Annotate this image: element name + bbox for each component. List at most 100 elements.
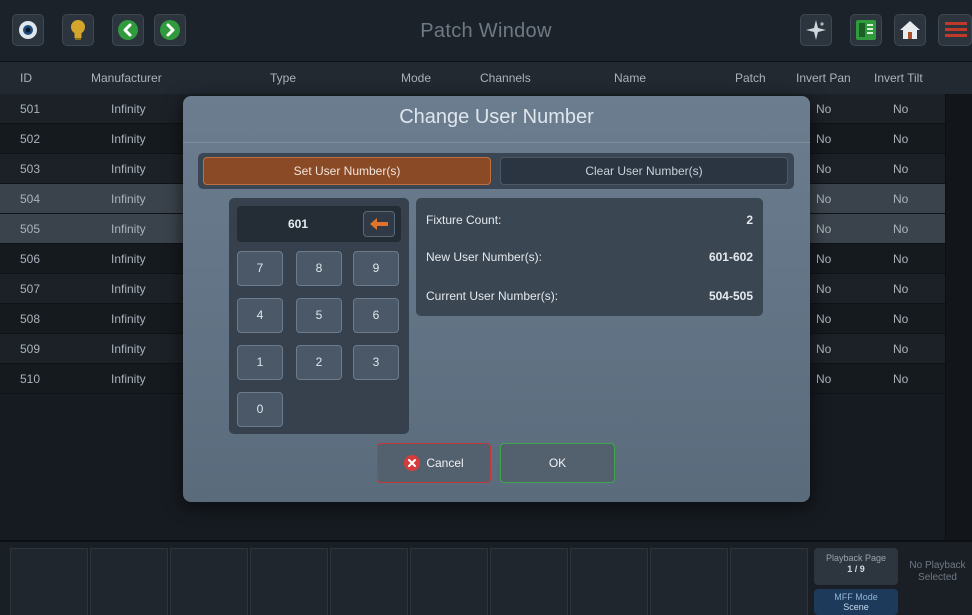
backspace-button[interactable] xyxy=(363,211,395,237)
cell-manufacturer: Infinity xyxy=(111,372,146,386)
playback-slot[interactable] xyxy=(730,548,808,615)
cell-id: 502 xyxy=(20,132,41,146)
cell-id: 501 xyxy=(20,102,41,116)
ok-button[interactable]: OK xyxy=(500,443,615,483)
current-user-numbers-value: 504-505 xyxy=(708,289,753,303)
cell-manufacturer: Infinity xyxy=(111,312,146,326)
cell-manufacturer: Infinity xyxy=(111,162,146,176)
grid-button[interactable] xyxy=(850,14,882,46)
column-header-manufacturer[interactable]: Manufacturer xyxy=(91,62,162,94)
cell-invert-pan: No xyxy=(816,312,832,326)
playback-slot[interactable] xyxy=(570,548,648,615)
current-user-numbers-row: Current User Number(s): 504-505 xyxy=(426,286,753,306)
cell-manufacturer: Infinity xyxy=(111,132,146,146)
key-9[interactable]: 9 xyxy=(353,251,399,286)
set-user-numbers-tab[interactable]: Set User Number(s) xyxy=(203,157,491,185)
cell-invert-tilt: No xyxy=(893,342,909,356)
cell-invert-tilt: No xyxy=(893,102,909,116)
playback-slot[interactable] xyxy=(90,548,168,615)
cell-id: 505 xyxy=(20,222,41,236)
cell-invert-pan: No xyxy=(816,132,832,146)
table-header: ID Manufacturer Type Mode Channels Name … xyxy=(0,62,972,94)
playback-slot[interactable] xyxy=(410,548,488,615)
effects-button[interactable] xyxy=(800,14,832,46)
fixture-count-value: 2 xyxy=(746,213,753,227)
close-icon xyxy=(404,455,421,471)
cell-invert-tilt: No xyxy=(893,312,909,326)
column-header-invert-tilt[interactable]: Invert Tilt xyxy=(874,62,923,94)
cell-invert-pan: No xyxy=(816,102,832,116)
key-1[interactable]: 1 xyxy=(237,345,283,380)
playback-page-label: Playback Page xyxy=(825,553,887,563)
top-bar: Patch Window xyxy=(0,0,972,62)
column-header-invert-pan[interactable]: Invert Pan xyxy=(796,62,851,94)
key-0[interactable]: 0 xyxy=(237,392,283,427)
number-display: 601 xyxy=(237,206,401,242)
cell-manufacturer: Infinity xyxy=(111,252,146,266)
playback-page-value: 1 / 9 xyxy=(847,564,865,574)
cancel-button[interactable]: Cancel xyxy=(377,443,491,483)
cancel-button-label: Cancel xyxy=(426,456,464,470)
fixture-count-label: Fixture Count: xyxy=(426,213,502,227)
column-header-channels[interactable]: Channels xyxy=(480,62,531,94)
playback-slot[interactable] xyxy=(170,548,248,615)
cell-invert-pan: No xyxy=(816,282,832,296)
key-2[interactable]: 2 xyxy=(296,345,342,380)
playback-page-button[interactable]: Playback Page 1 / 9 xyxy=(814,548,898,585)
column-header-mode[interactable]: Mode xyxy=(401,62,431,94)
mode-toggle: Set User Number(s) Clear User Number(s) xyxy=(198,153,794,189)
playback-slot[interactable] xyxy=(330,548,408,615)
fixture-count-row: Fixture Count: 2 xyxy=(426,210,753,230)
mff-mode-value: Scene xyxy=(843,602,869,612)
playback-slot[interactable] xyxy=(250,548,328,615)
cell-invert-tilt: No xyxy=(893,252,909,266)
cell-manufacturer: Infinity xyxy=(111,102,146,116)
mff-mode-button[interactable]: MFF Mode Scene xyxy=(814,589,898,615)
cell-id: 504 xyxy=(20,192,41,206)
arrow-left-icon xyxy=(370,218,388,230)
playback-slot[interactable] xyxy=(490,548,568,615)
home-button[interactable] xyxy=(894,14,926,46)
column-header-id[interactable]: ID xyxy=(20,62,32,94)
key-7[interactable]: 7 xyxy=(237,251,283,286)
cell-manufacturer: Infinity xyxy=(111,342,146,356)
no-playback-label: No Playback Selected xyxy=(909,560,966,583)
current-user-numbers-label: Current User Number(s): xyxy=(426,289,559,303)
menu-button[interactable] xyxy=(938,14,972,46)
cell-id: 509 xyxy=(20,342,41,356)
cell-invert-pan: No xyxy=(816,192,832,206)
key-5[interactable]: 5 xyxy=(296,298,342,333)
numeric-keypad: 601 7 8 9 4 5 6 1 2 3 0 xyxy=(229,198,409,434)
key-6[interactable]: 6 xyxy=(353,298,399,333)
bottom-bar: Playback Page 1 / 9 MFF Mode Scene No Pl… xyxy=(0,540,972,615)
cell-id: 507 xyxy=(20,282,41,296)
cell-id: 506 xyxy=(20,252,41,266)
cell-invert-tilt: No xyxy=(893,372,909,386)
column-header-type[interactable]: Type xyxy=(270,62,296,94)
playback-slot[interactable] xyxy=(650,548,728,615)
clear-user-numbers-tab[interactable]: Clear User Number(s) xyxy=(500,157,788,185)
column-header-patch[interactable]: Patch xyxy=(735,62,766,94)
cell-invert-pan: No xyxy=(816,372,832,386)
sparkle-icon xyxy=(806,20,826,40)
new-user-numbers-value: 601-602 xyxy=(708,250,753,264)
cell-manufacturer: Infinity xyxy=(111,222,146,236)
cell-invert-pan: No xyxy=(816,162,832,176)
user-number-info-panel: Fixture Count: 2 New User Number(s): 601… xyxy=(416,198,763,316)
number-display-value: 601 xyxy=(287,217,309,231)
cell-invert-pan: No xyxy=(816,342,832,356)
mff-mode-label: MFF Mode xyxy=(834,592,878,602)
key-3[interactable]: 3 xyxy=(353,345,399,380)
key-4[interactable]: 4 xyxy=(237,298,283,333)
new-user-numbers-row: New User Number(s): 601-602 xyxy=(426,247,753,267)
table-scrollbar[interactable] xyxy=(945,94,972,540)
playback-slot[interactable] xyxy=(10,548,88,615)
cell-invert-tilt: No xyxy=(893,192,909,206)
cell-invert-tilt: No xyxy=(893,222,909,236)
cell-invert-tilt: No xyxy=(893,162,909,176)
cell-id: 503 xyxy=(20,162,41,176)
column-header-name[interactable]: Name xyxy=(614,62,646,94)
key-8[interactable]: 8 xyxy=(296,251,342,286)
cell-invert-tilt: No xyxy=(893,282,909,296)
dialog-divider xyxy=(183,142,810,143)
